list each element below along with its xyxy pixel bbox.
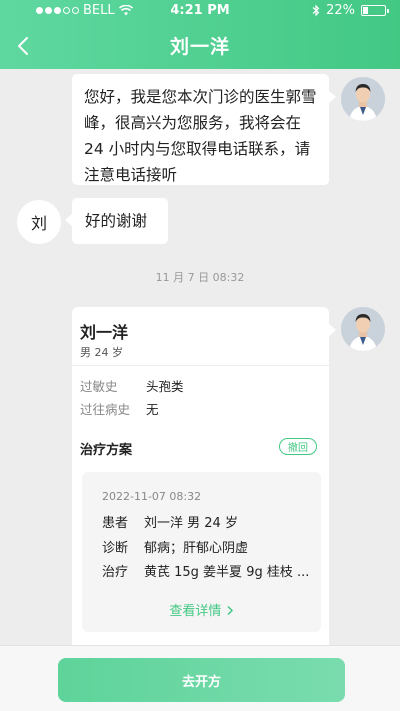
plan-title: 治疗方案 — [80, 443, 133, 458]
status-bar: BELL 4:21 PM 22% — [0, 0, 400, 22]
battery-percent: 22% — [326, 3, 355, 18]
view-details-link[interactable]: 查看详情 — [82, 600, 321, 619]
doctor-avatar-image — [341, 307, 385, 351]
history-value: 无 — [146, 402, 159, 417]
plan-row-label: 诊断 — [102, 541, 129, 556]
doctor-avatar-image — [341, 77, 385, 121]
doctor-avatar — [341, 307, 385, 351]
chevron-right-icon — [227, 605, 233, 616]
plan-datetime: 2022-11-07 08:32 — [102, 490, 202, 503]
divider — [72, 365, 329, 366]
plan-row-label: 患者 — [102, 516, 129, 531]
app-header: BELL 4:21 PM 22% 刘一洋 — [0, 0, 400, 69]
view-details-label: 查看详情 — [169, 604, 222, 619]
allergy-label: 过敏史 — [80, 379, 118, 394]
plan-row-value: 郁病；肝郁心阴虚 — [144, 541, 249, 556]
plan-row-patient: 患者 刘一洋 男 24 岁 — [102, 512, 238, 531]
prescribe-button[interactable]: 去开方 — [58, 658, 345, 702]
message-text: 您好，我是您本次门诊的医生郭雪峰，很高兴为您服务，我将会在 24 小时内与您取得… — [84, 88, 317, 184]
history-row: 过往病史 无 — [80, 399, 159, 418]
status-right: 22% — [312, 3, 389, 18]
plan-row-value: 刘一洋 男 24 岁 — [144, 516, 238, 531]
history-label: 过往病史 — [80, 402, 131, 417]
doctor-message: 您好，我是您本次门诊的医生郭雪峰，很高兴为您服务，我将会在 24 小时内与您取得… — [72, 74, 336, 185]
plan-row-treatment: 治疗 黄芪 15g 姜半夏 9g 桂枝 ... — [102, 561, 309, 580]
allergy-value: 头孢类 — [146, 379, 184, 394]
card-patient-name: 刘一洋 — [80, 323, 129, 342]
plan-row-diagnosis: 诊断 郁病；肝郁心阴虚 — [102, 537, 248, 556]
treatment-plan-box: 2022-11-07 08:32 患者 刘一洋 男 24 岁 诊断 郁病；肝郁心… — [82, 472, 321, 632]
patient-message: 好的谢谢 — [65, 198, 168, 244]
card-patient-info: 男 24 岁 — [80, 346, 123, 359]
patient-avatar-text: 刘 — [30, 214, 47, 233]
plan-row-label: 治疗 — [102, 565, 129, 580]
chat-timestamp: 11 月 7 日 08:32 — [155, 271, 245, 284]
bluetooth-icon — [312, 4, 320, 17]
patient-avatar: 刘 — [17, 200, 61, 244]
page-title: 刘一洋 — [169, 36, 230, 58]
allergy-row: 过敏史 头孢类 — [80, 376, 184, 395]
bottom-action-bar: 去开方 — [0, 645, 400, 711]
prescription-card: 刘一洋 男 24 岁 过敏史 头孢类 过往病史 无 治疗方案 撤回 2022-1… — [72, 307, 336, 652]
revoke-button[interactable]: 撤回 — [279, 438, 317, 455]
message-text: 好的谢谢 — [85, 212, 148, 230]
plan-row-value: 黄芪 15g 姜半夏 9g 桂枝 ... — [144, 565, 310, 580]
battery-icon — [361, 5, 389, 16]
doctor-avatar — [341, 77, 385, 121]
